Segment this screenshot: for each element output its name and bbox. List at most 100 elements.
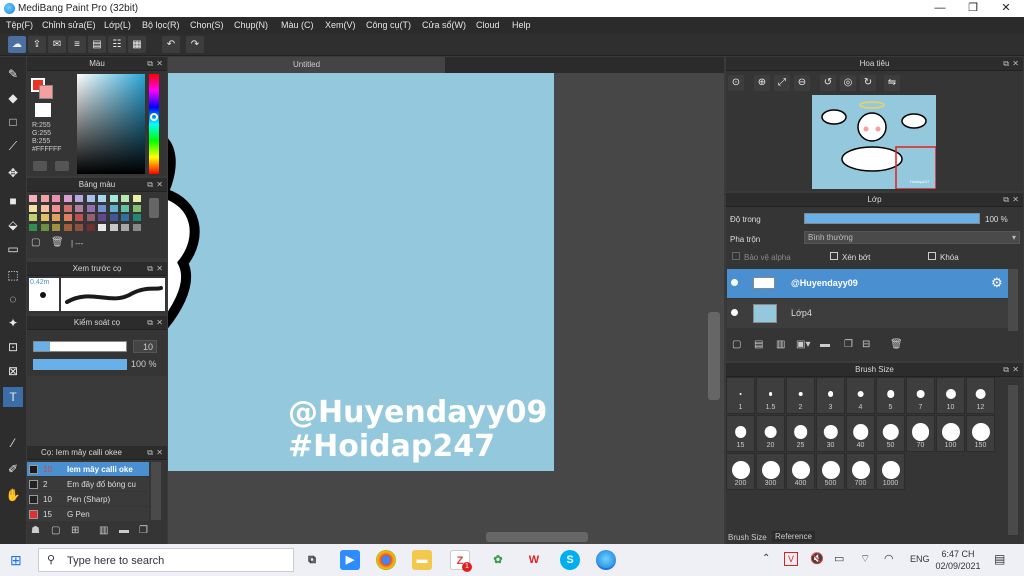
brush-copy-icon[interactable]: ⊞ <box>71 525 79 536</box>
palette-swatch[interactable] <box>40 204 49 212</box>
text-tool-icon[interactable]: T <box>3 387 23 407</box>
palette-swatch[interactable] <box>40 223 49 231</box>
eyedropper-tool-icon[interactable]: ⁄ <box>3 433 23 453</box>
palette-swatch[interactable] <box>63 204 72 212</box>
hue-handle[interactable] <box>150 113 158 121</box>
folder-icon[interactable]: ▬ <box>820 339 830 350</box>
palette-swatch[interactable] <box>109 204 118 212</box>
palette-swatch[interactable] <box>109 214 118 221</box>
brush-size-option[interactable]: 25 <box>786 415 815 452</box>
rotate-left-icon[interactable]: ↺ <box>820 75 836 91</box>
undock-icon[interactable]: ⧉ <box>147 316 153 330</box>
navigator-thumbnail[interactable]: Hoidap247 <box>812 95 936 189</box>
panel-close-icon[interactable]: ✕ <box>156 262 163 276</box>
skype-icon[interactable]: S <box>560 550 580 570</box>
palette-swatch[interactable] <box>98 195 106 202</box>
comment-icon[interactable]: ✉ <box>48 36 66 53</box>
palette-swatch[interactable] <box>63 195 72 202</box>
palette-swatch[interactable] <box>121 195 129 202</box>
layer-row[interactable]: Lớp4 <box>727 299 1008 328</box>
chrome-icon[interactable] <box>376 550 396 570</box>
brush-export-icon[interactable]: ▥ <box>99 525 108 536</box>
undock-icon[interactable]: ⧉ <box>147 262 153 276</box>
undock-icon[interactable]: ⧉ <box>147 178 153 192</box>
palette-swatch[interactable] <box>132 204 141 212</box>
fill-shape-tool-icon[interactable]: ■ <box>3 191 23 211</box>
menu-color[interactable]: Màu (C) <box>281 20 314 30</box>
layer-row[interactable]: @Huyendayy09 ⚙ <box>727 269 1008 298</box>
brush-size-option[interactable]: 400 <box>786 453 815 490</box>
volume-icon[interactable]: 🔇 <box>810 552 824 565</box>
brush-opacity-slider[interactable] <box>33 359 127 370</box>
palette-swatch[interactable] <box>132 195 141 202</box>
windows-start-icon[interactable]: ⊞ <box>10 552 22 569</box>
undock-icon[interactable]: ⧉ <box>147 57 153 71</box>
layer-list-scrollbar[interactable] <box>1008 269 1018 331</box>
wps-icon[interactable]: W <box>524 550 544 570</box>
menu-help[interactable]: Help <box>512 20 531 30</box>
cloud-icon[interactable]: ☁ <box>8 36 26 53</box>
menu-filter[interactable]: Bộ lọc(R) <box>142 20 180 30</box>
palette-swatch[interactable] <box>86 223 95 231</box>
panel-close-icon[interactable]: ✕ <box>1012 193 1019 207</box>
palette-swatch[interactable] <box>98 204 106 212</box>
delete-layer-icon[interactable]: 🗑 <box>890 339 903 350</box>
lock-checkbox[interactable] <box>928 252 936 260</box>
brush-size-option[interactable]: 50 <box>876 415 905 452</box>
fit-window-icon[interactable]: ⤢ <box>774 75 790 91</box>
panel-close-icon[interactable]: ✕ <box>156 446 163 460</box>
color-saturation-picker[interactable] <box>77 74 145 174</box>
palette-swatch[interactable] <box>86 214 95 221</box>
palette-swatch[interactable] <box>29 195 37 202</box>
palette-swatch[interactable] <box>52 204 60 212</box>
undock-icon[interactable]: ⧉ <box>147 446 153 460</box>
merge-layer-icon[interactable]: ⊟ <box>862 339 870 350</box>
magic-wand-icon[interactable]: ✦ <box>3 313 23 333</box>
palette-swatch[interactable] <box>109 223 118 231</box>
language-indicator[interactable]: ENG <box>910 554 930 564</box>
canvas-tab[interactable]: Untitled <box>168 57 445 73</box>
brush-list-item[interactable]: 10 Iem mây calli oke <box>27 462 149 476</box>
brush-size-option[interactable]: 2 <box>786 377 815 414</box>
vertical-scrollbar[interactable] <box>708 312 720 400</box>
brush-size-option[interactable]: 4 <box>846 377 875 414</box>
brush-size-option[interactable]: 70 <box>906 415 935 452</box>
zoom-app-icon[interactable]: ▶ <box>340 550 360 570</box>
palette-swatch[interactable] <box>121 204 129 212</box>
new-1bit-layer-icon[interactable]: ▥ <box>776 339 785 350</box>
visibility-icon[interactable] <box>731 279 738 286</box>
panel-close-icon[interactable]: ✕ <box>156 57 163 71</box>
brush-add-icon[interactable]: ☗ <box>31 525 40 536</box>
menu-cloud[interactable]: Cloud <box>476 20 500 30</box>
palette-swatch[interactable] <box>63 214 72 221</box>
grid-icon[interactable]: ▦ <box>128 36 146 53</box>
brush-size-slider[interactable] <box>33 341 127 352</box>
dropper-tool-icon[interactable]: ✐ <box>3 459 23 479</box>
brush-size-option[interactable]: 500 <box>816 453 845 490</box>
brush-size-option[interactable]: 20 <box>756 415 785 452</box>
undo-icon[interactable]: ↶ <box>162 36 180 53</box>
menu-layer[interactable]: Lớp(L) <box>104 20 131 30</box>
redo-icon[interactable]: ↷ <box>186 36 204 53</box>
wifi-icon[interactable]: ◠ <box>884 552 894 565</box>
chevron-up-icon[interactable]: ⌃ <box>762 553 770 564</box>
antivirus-icon[interactable]: V <box>784 552 798 566</box>
palette-swatch[interactable] <box>52 214 60 221</box>
palette-swatch[interactable] <box>40 214 49 221</box>
brush-list-item[interactable]: 15 G Pen <box>27 507 149 521</box>
hand-tool-icon[interactable]: ✋ <box>3 485 23 505</box>
rectangle-tool-icon[interactable]: □ <box>3 112 23 132</box>
palette-swatches[interactable] <box>29 195 145 233</box>
layer-blend-select[interactable]: Bình thường ▾ <box>804 231 1020 244</box>
upload-icon[interactable]: ⇪ <box>28 36 46 53</box>
palette-swatch[interactable] <box>75 195 83 202</box>
menu-file[interactable]: Tệp(F) <box>6 20 33 30</box>
tab-reference[interactable]: Reference <box>772 531 815 542</box>
palette-swatch[interactable] <box>29 204 37 212</box>
select-eraser-icon[interactable]: ⊠ <box>3 361 23 381</box>
network-icon[interactable]: ⌔ <box>860 552 870 566</box>
palette-swatch[interactable] <box>121 223 129 231</box>
background-color-swatch[interactable] <box>39 85 53 99</box>
palette-swatch[interactable] <box>52 195 60 202</box>
delete-palette-icon[interactable]: 🗑 <box>51 237 65 250</box>
